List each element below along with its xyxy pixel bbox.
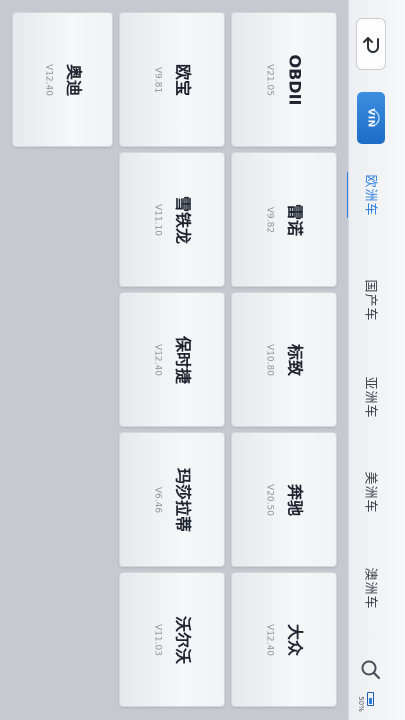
brand-name: 大众	[285, 623, 305, 656]
brand-card-citroen[interactable]: 雪铁龙 V11.10	[119, 152, 225, 287]
battery-percent: 50%	[356, 696, 365, 712]
brand-card-obdii[interactable]: OBDII V21.05	[231, 12, 337, 147]
brand-name: 雷诺	[285, 203, 305, 236]
brand-version: V6.46	[152, 486, 163, 513]
brand-version: V9.82	[264, 206, 275, 233]
brand-name: 沃尔沃	[173, 615, 193, 664]
tab-america[interactable]: 美洲车	[359, 462, 385, 522]
brand-version: V12.40	[152, 343, 163, 376]
brand-version: V20.50	[264, 483, 275, 516]
sidebar: VIN 欧洲车 国产车 亚洲车 美洲车 澳洲车 50%	[348, 0, 405, 720]
screen: OBDII V21.05 雷诺 V9.82 标致 V10.80 奔驰 V20.5…	[0, 0, 405, 720]
brand-name: 奔驰	[285, 483, 305, 516]
brand-name: 奥迪	[64, 63, 83, 96]
search-icon	[361, 660, 381, 680]
tab-label: 澳洲车	[362, 566, 378, 610]
brand-name: 保时捷	[173, 335, 193, 384]
brand-card-renault[interactable]: 雷诺 V9.82	[231, 152, 337, 287]
brand-version: V21.05	[264, 63, 275, 96]
brand-name: 玛莎拉蒂	[173, 467, 193, 532]
vin-label: VIN	[365, 108, 376, 128]
brand-card-porsche[interactable]: 保时捷 V12.40	[119, 292, 225, 427]
tab-label: 国产车	[362, 278, 378, 322]
tab-label: 欧洲车	[362, 173, 378, 217]
brand-name: OBDII	[285, 54, 305, 105]
brand-version: V12.40	[43, 63, 53, 96]
battery-icon	[367, 692, 374, 706]
brand-version: V9.81	[152, 66, 163, 93]
brand-card-opel[interactable]: 欧宝 V9.81	[119, 12, 225, 147]
brand-name: 标致	[285, 343, 305, 376]
tab-asia[interactable]: 亚洲车	[359, 367, 385, 427]
tab-domestic[interactable]: 国产车	[359, 270, 385, 330]
vin-scan-button[interactable]: VIN	[357, 92, 385, 144]
brand-version: V11.03	[152, 623, 163, 656]
brand-version: V11.10	[152, 203, 163, 236]
tab-label: 美洲车	[362, 470, 378, 514]
brand-card-vw[interactable]: 大众 V12.40	[231, 572, 337, 707]
tab-europe[interactable]: 欧洲车	[359, 165, 385, 225]
brand-version: V12.40	[264, 623, 275, 656]
brand-name: 雪铁龙	[173, 195, 193, 244]
search-button[interactable]	[359, 656, 383, 684]
back-arrow-icon	[363, 37, 379, 53]
brand-card-benz[interactable]: 奔驰 V20.50	[231, 432, 337, 567]
brand-card-maserati[interactable]: 玛莎拉蒂 V6.46	[119, 432, 225, 567]
brand-card-volvo[interactable]: 沃尔沃 V11.03	[119, 572, 225, 707]
tab-australia[interactable]: 澳洲车	[359, 558, 385, 618]
brand-card-audi[interactable]: 奥迪 V12.40	[12, 12, 113, 147]
battery-indicator: 50%	[355, 690, 375, 716]
brand-card-peugeot[interactable]: 标致 V10.80	[231, 292, 337, 427]
brand-name: 欧宝	[173, 63, 193, 96]
tab-label: 亚洲车	[362, 375, 378, 419]
back-button[interactable]	[356, 18, 386, 70]
brand-version: V10.80	[264, 343, 275, 376]
